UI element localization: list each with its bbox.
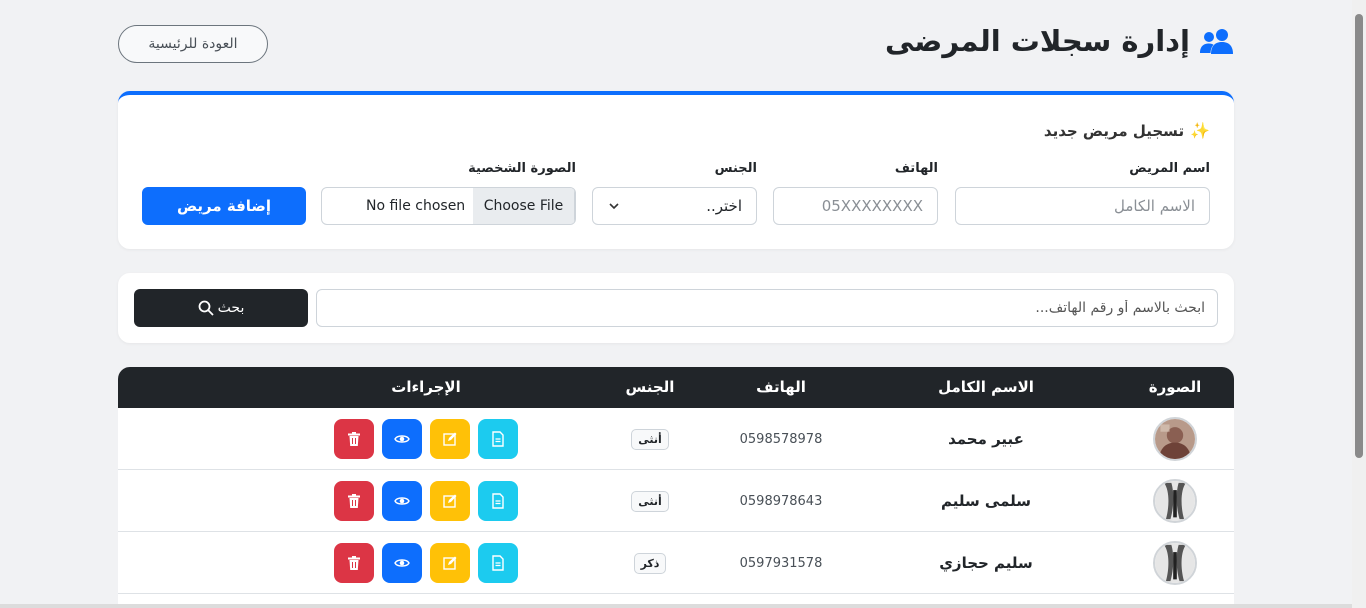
gender-badge: أنثى (631, 490, 669, 512)
gender-badge: أنثى (631, 428, 669, 450)
actions-cell (258, 408, 594, 470)
gender-badge: ذكر (633, 552, 667, 574)
search-button[interactable]: بحث (134, 289, 308, 327)
choose-file-button[interactable]: Choose File (473, 188, 575, 224)
delete-button[interactable] (334, 419, 374, 459)
file-icon (492, 493, 504, 509)
col-gender: الجنس (625, 378, 675, 396)
photo-cell (1116, 408, 1234, 470)
vertical-scrollbar[interactable] (1352, 0, 1366, 608)
edit-button[interactable] (430, 481, 470, 521)
table-row: سليم حجازي 0597931578 ذكر (118, 532, 1234, 594)
patient-name-input[interactable] (955, 187, 1210, 225)
name-cell: سليم حجازي (856, 532, 1116, 594)
phone-input[interactable] (773, 187, 938, 225)
search-card: بحث (118, 273, 1234, 343)
photo-file-input[interactable]: No file chosen Choose File (321, 187, 576, 225)
name-label: اسم المريض (1129, 161, 1210, 176)
table-row: عبير محمد 0598578978 أنثى (118, 408, 1234, 470)
view-button[interactable] (382, 481, 422, 521)
col-name: الاسم الكامل (938, 378, 1034, 396)
search-icon (198, 300, 214, 316)
patient-avatar (1153, 417, 1197, 461)
scrollbar-thumb[interactable] (1355, 14, 1363, 458)
delete-button[interactable] (334, 481, 374, 521)
gender-cell: أنثى (594, 408, 706, 470)
page-title: إدارة سجلات المرضى (885, 24, 1234, 58)
phone-cell: 0598578978 (706, 408, 856, 470)
delete-button[interactable] (334, 543, 374, 583)
patient-name: عبير محمد (948, 430, 1024, 448)
phone-label: الهاتف (894, 161, 938, 176)
col-phone: الهاتف (756, 378, 806, 396)
edit-button[interactable] (430, 419, 470, 459)
patient-name: سليم حجازي (939, 554, 1033, 572)
search-button-label: بحث (217, 300, 245, 316)
page-title-text: إدارة سجلات المرضى (884, 24, 1190, 58)
eye-icon (394, 435, 410, 443)
file-button[interactable] (478, 543, 518, 583)
patient-name: سلمى سليم (940, 492, 1032, 510)
search-input[interactable] (316, 289, 1218, 327)
view-button[interactable] (382, 419, 422, 459)
name-cell: سلمى سليم (856, 470, 1116, 532)
edit-icon (443, 432, 457, 446)
gender-cell: أنثى (594, 470, 706, 532)
gender-select[interactable]: اختر.. (592, 187, 757, 225)
phone-cell: 0597931578 (706, 532, 856, 594)
form-title: ✨ تسجيل مريض جديد (1044, 121, 1210, 140)
trash-icon (348, 432, 360, 446)
form-title-text: تسجيل مريض جديد (1043, 121, 1185, 140)
sparkle-icon: ✨ (1190, 121, 1210, 140)
edit-icon (443, 556, 457, 570)
users-icon (1200, 29, 1233, 54)
patients-table: الصورة الاسم الكامل الهاتف الجنس الإجراء… (118, 367, 1234, 608)
photo-label: الصورة الشخصية (468, 161, 576, 176)
file-icon (492, 431, 504, 447)
file-icon (492, 555, 504, 571)
add-patient-button[interactable]: إضافة مريض (142, 187, 306, 225)
view-button[interactable] (382, 543, 422, 583)
patient-phone: 0597931578 (739, 555, 823, 571)
horizontal-scrollbar[interactable] (0, 604, 1352, 608)
file-name-text: No file chosen (366, 198, 466, 214)
actions-cell (258, 470, 594, 532)
back-home-button[interactable]: العودة للرئيسية (118, 25, 268, 63)
trash-icon (348, 556, 360, 570)
table-row: سلمى سليم 0598978643 أنثى (118, 470, 1234, 532)
edit-icon (443, 494, 457, 508)
table-header: الصورة الاسم الكامل الهاتف الجنس الإجراء… (118, 367, 1234, 408)
eye-icon (394, 559, 410, 567)
phone-cell: 0598978643 (706, 470, 856, 532)
trash-icon (348, 494, 360, 508)
gender-label: الجنس (714, 161, 757, 176)
file-button[interactable] (478, 481, 518, 521)
gender-cell: ذكر (594, 532, 706, 594)
page-header: إدارة سجلات المرضى العودة للرئيسية (118, 24, 1234, 64)
edit-button[interactable] (430, 543, 470, 583)
photo-cell (1116, 532, 1234, 594)
patient-phone: 0598978643 (739, 493, 823, 509)
actions-cell (258, 532, 594, 594)
file-button[interactable] (478, 419, 518, 459)
chevron-down-icon (609, 203, 619, 210)
patient-avatar (1153, 479, 1197, 523)
name-cell: عبير محمد (856, 408, 1116, 470)
col-actions: الإجراءات (391, 378, 461, 396)
patient-phone: 0598578978 (739, 431, 823, 447)
gender-selected-value: اختر.. (706, 197, 742, 215)
col-photo: الصورة (1148, 378, 1202, 396)
eye-icon (394, 497, 410, 505)
patient-avatar (1153, 541, 1197, 585)
photo-cell (1116, 470, 1234, 532)
patient-form-card: ✨ تسجيل مريض جديد اسم المريض الهاتف الجن… (118, 91, 1234, 249)
